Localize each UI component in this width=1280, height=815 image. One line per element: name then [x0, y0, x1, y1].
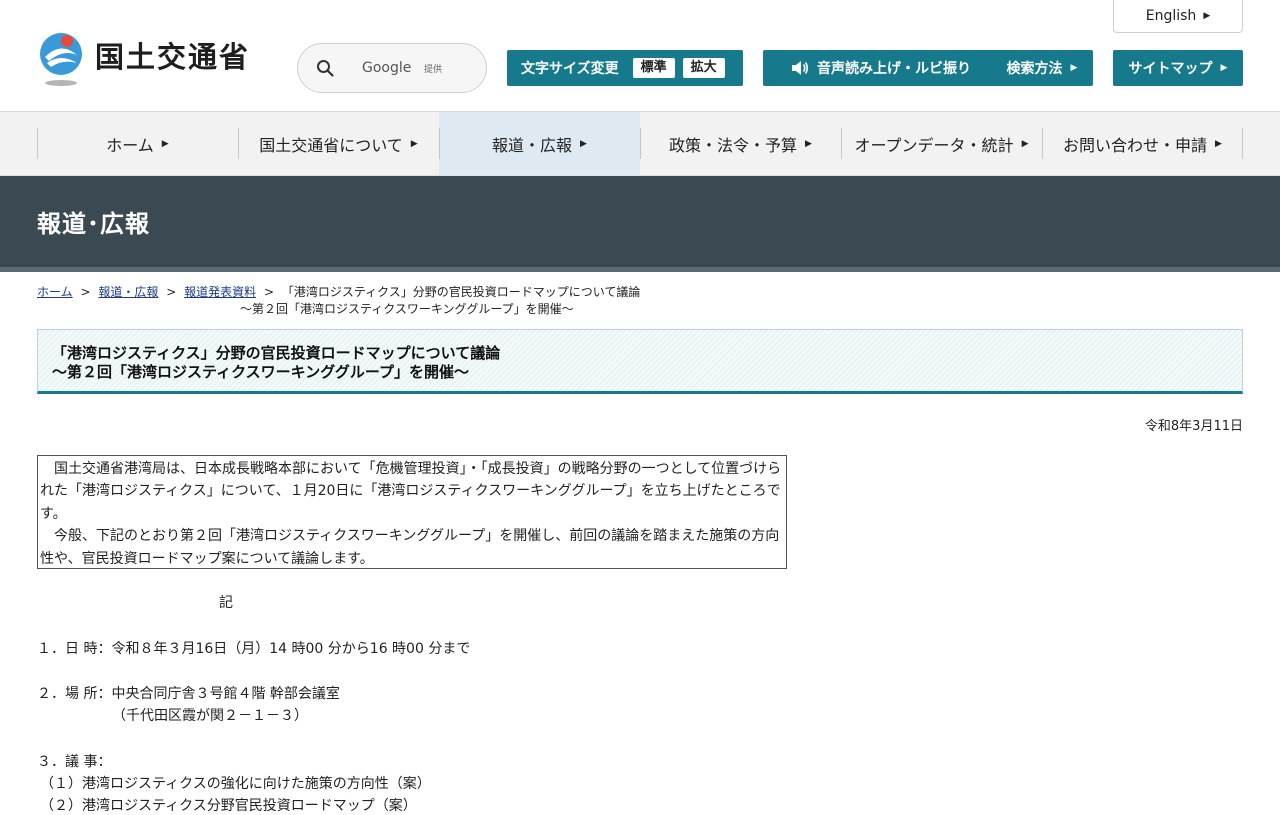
nav-item-label: 国土交通省について [259, 135, 403, 155]
agenda-item: （１）港湾ロジスティクスの強化に向けた施策の方向性（案） [40, 776, 431, 792]
font-size-label: 文字サイズ変更 [521, 61, 619, 77]
mlit-logo[interactable]: 国土交通省 [37, 33, 250, 87]
nav-item-home[interactable]: ホーム ▶ [37, 112, 238, 175]
nav-item-press[interactable]: 報道・広報 ▶ [439, 112, 640, 175]
triangle-right-icon: ▶ [1215, 138, 1222, 149]
item-venue: ２．場 所：中央合同庁舎３号館４階 幹部会議室 [37, 686, 340, 702]
search-method-label: 検索方法 [1006, 61, 1063, 77]
nav-item-label: オープンデータ・統計 [854, 135, 1014, 155]
speaker-icon [791, 60, 809, 76]
triangle-right-icon: ▶ [1070, 63, 1078, 73]
nav-item-label: 報道・広報 [492, 135, 573, 155]
item-datetime: １．日 時：令和８年３月16日（月）14 時00 分から16 時00 分まで [37, 641, 471, 657]
logo-text: 国土交通省 [95, 40, 251, 74]
nav-item-label: ホーム [106, 135, 154, 155]
page-banner: 報道･広報 [0, 176, 1280, 272]
breadcrumb-release-link[interactable]: 報道発表資料 [184, 285, 256, 299]
breadcrumb-separator: > [166, 285, 177, 299]
breadcrumb-press-link[interactable]: 報道・広報 [98, 285, 158, 299]
breadcrumb-home-link[interactable]: ホーム [37, 285, 73, 299]
search-icon[interactable] [316, 59, 334, 77]
logo-mark-icon [40, 33, 82, 86]
triangle-right-icon: ▶ [161, 138, 169, 149]
breadcrumb-current-line2: ～第２回「港湾ロジスティクスワーキンググループ」を開催～ [240, 302, 574, 316]
page-category-title: 報道･広報 [37, 210, 150, 238]
breadcrumb-separator: > [80, 285, 91, 299]
sitemap-button[interactable]: サイトマップ ▶ [1113, 50, 1243, 86]
triangle-right-icon: ▶ [410, 138, 418, 149]
nav-item-about[interactable]: 国土交通省について ▶ [238, 112, 439, 175]
nav-item-opendata[interactable]: オープンデータ・統計 ▶ [841, 112, 1042, 175]
site-search: 提供 [297, 43, 487, 93]
english-label: English [1145, 8, 1197, 24]
publish-date: 令和8年3月11日 [1144, 419, 1243, 434]
article-title-line1: 「港湾ロジスティクス」分野の官民投資ロードマップについて議論 [52, 344, 501, 362]
article-title: 「港湾ロジスティクス」分野の官民投資ロードマップについて議論 ～第２回「港湾ロジ… [38, 330, 1242, 382]
font-size-large-button[interactable]: 拡大 [682, 58, 725, 78]
triangle-right-icon: ▶ [1220, 63, 1228, 73]
font-size-standard-button[interactable]: 標準 [632, 58, 675, 78]
nav-item-label: 政策・法令・予算 [669, 135, 798, 155]
voice-ruby-label: 音声読み上げ・ルビ振り [817, 61, 971, 77]
search-provided-label: 提供 [424, 64, 443, 75]
item-venue-address: （千代田区霞が関２－１－３） [112, 708, 308, 724]
article-title-line2: ～第２回「港湾ロジスティクスワーキンググループ」を開催～ [52, 363, 470, 381]
item-agenda: ３．議 事： [37, 754, 112, 770]
triangle-right-icon: ▶ [1203, 11, 1211, 21]
article-title-box: 「港湾ロジスティクス」分野の官民投資ロードマップについて議論 ～第２回「港湾ロジ… [37, 329, 1243, 394]
triangle-right-icon: ▶ [580, 138, 587, 149]
search-method-button[interactable]: 検索方法 ▶ [991, 50, 1093, 86]
triangle-right-icon: ▶ [805, 138, 812, 149]
global-nav: ホーム ▶ 国土交通省について ▶ 報道・広報 ▶ 政策・法令・予算 ▶ オープンデータ… [0, 112, 1280, 176]
lead-paragraph: 今般、下記のとおり第２回「港湾ロジスティクスワーキンググループ」を開催し、前回の… [40, 528, 780, 567]
english-button[interactable]: English ▶ [1113, 0, 1243, 33]
lead-paragraph: 国土交通省港湾局は、日本成長戦略本部において「危機管理投資」・「成長投資」の戦略… [40, 461, 782, 522]
lead-box: 国土交通省港湾局は、日本成長戦略本部において「危機管理投資」・「成長投資」の戦略… [37, 455, 787, 569]
font-size-control: 文字サイズ変更 標準 拡大 [507, 50, 743, 86]
breadcrumb: ホーム > 報道・広報 > 報道発表資料 > 「港湾ロジスティクス」分野の官民投… [37, 284, 657, 318]
breadcrumb-separator: > [263, 285, 274, 299]
ki-heading: 記 [219, 595, 233, 611]
sitemap-label: サイトマップ [1128, 61, 1213, 77]
voice-ruby-button[interactable]: 音声読み上げ・ルビ振り [763, 50, 999, 86]
nav-item-policy[interactable]: 政策・法令・予算 ▶ [640, 112, 841, 175]
breadcrumb-current: 「港湾ロジスティクス」分野の官民投資ロードマップについて議論 [281, 285, 641, 299]
nav-item-label: お問い合わせ・申請 [1063, 135, 1208, 155]
nav-item-contact[interactable]: お問い合わせ・申請 ▶ [1042, 112, 1243, 175]
search-input[interactable] [360, 59, 434, 77]
site-header: 国土交通省 English ▶ 提供 文字サイズ変更 標準 拡大 音声読み上げ・… [0, 0, 1280, 112]
agenda-item: （２）港湾ロジスティクス分野官民投資ロードマップ（案） [40, 798, 417, 814]
triangle-right-icon: ▶ [1021, 138, 1029, 149]
